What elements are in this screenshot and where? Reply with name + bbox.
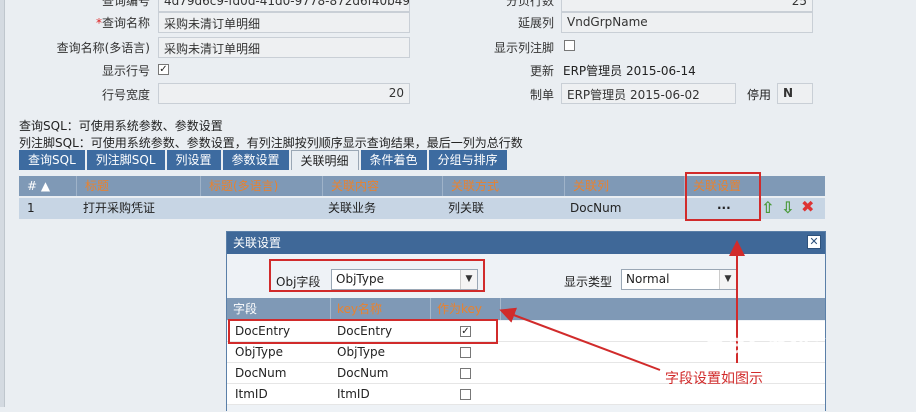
arrow-to-field-grid bbox=[499, 307, 661, 371]
annotation-text: 字段设置如图示 bbox=[665, 371, 763, 387]
baidu-watermark: Bai 经验 bbox=[705, 327, 827, 360]
